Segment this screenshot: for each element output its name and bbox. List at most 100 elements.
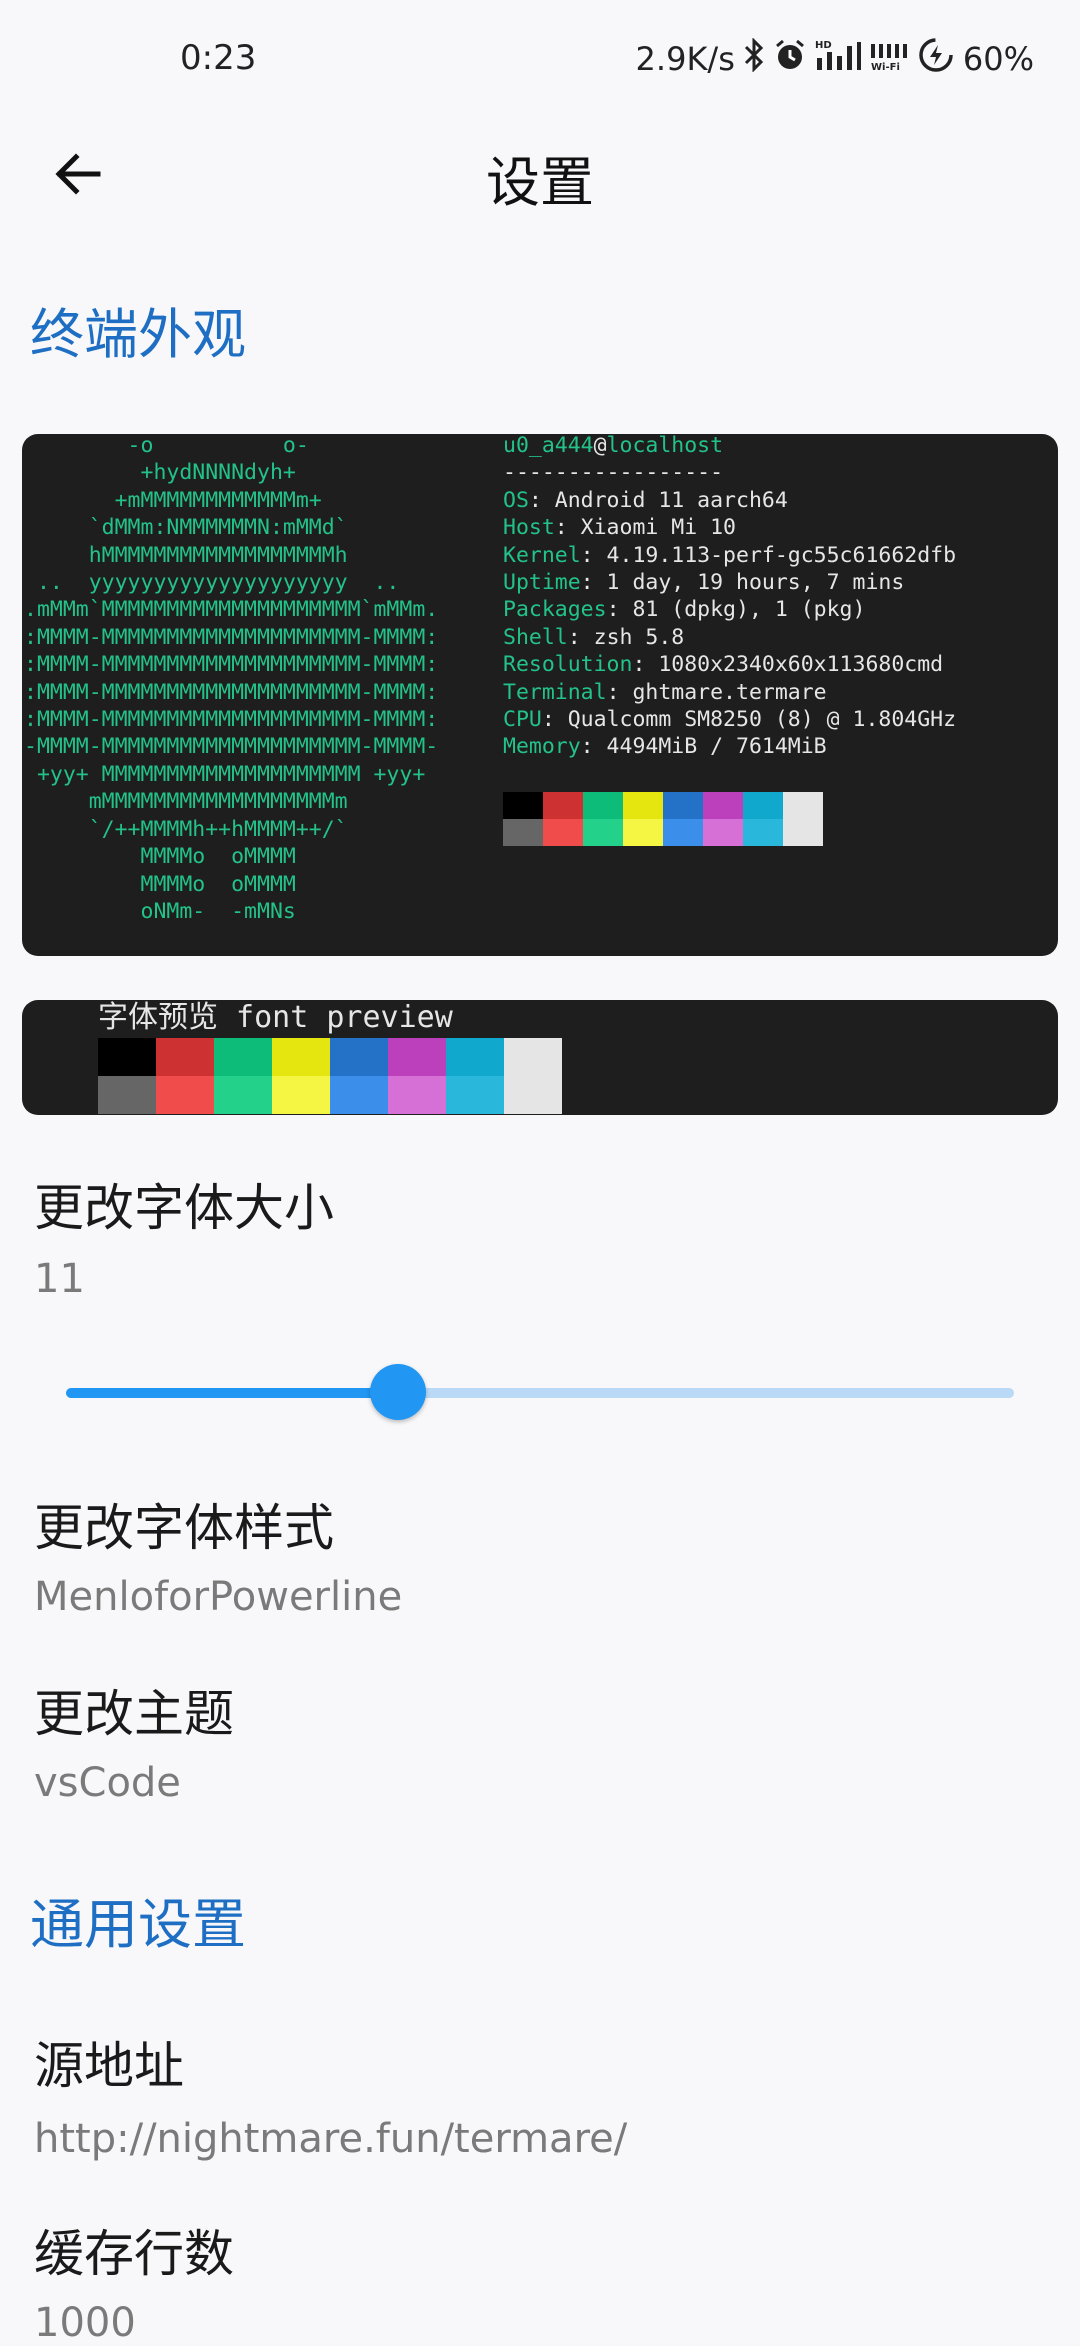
ascii-logo-line: :MMMM-MMMMMMMMMMMMMMMMMMMM-MMMM: [24,624,439,650]
cache-lines-value: 1000 [34,2300,136,2346]
slider-thumb[interactable] [369,1364,426,1420]
ascii-logo-line: `dMMm:NMMMMMMN:mMMd` [24,515,348,541]
color-swatch [330,1076,388,1114]
color-swatch [156,1076,214,1114]
ascii-logo-line: :MMMM-MMMMMMMMMMMMMMMMMMMM-MMMM: [24,707,439,733]
color-swatch [446,1038,504,1076]
status-icons: 2.9K/s HD Wi-Fi 60% [636,36,1034,82]
color-swatch [543,819,583,846]
ascii-logo-line: +mMMMMMMMMMMMMm+ [24,487,322,513]
ascii-logo-line: MMMMo oMMMM [24,871,296,897]
ascii-logo-line: +yy+ MMMMMMMMMMMMMMMMMMMM +yy+ [24,761,426,787]
info-at: @ [593,434,607,458]
status-time: 0:23 [180,38,257,78]
system-info: u0_a444@localhost ----------------- OS: … [503,434,956,761]
ascii-logo-line: .mMMm`MMMMMMMMMMMMMMMMMMMM`mMMm. [24,597,439,623]
color-swatch [743,819,783,846]
app-bar: 设置 [0,120,1080,220]
color-swatch [156,1038,214,1076]
info-key: Terminal [503,679,607,705]
svg-text:Wi-Fi: Wi-Fi [871,62,900,72]
color-swatch [388,1038,446,1076]
info-value: : Xiaomi Mi 10 [554,515,736,541]
info-value: : ghtmare.termare [606,679,827,705]
color-swatch [446,1076,504,1114]
color-swatch [623,819,663,846]
info-key: OS [503,487,529,513]
cache-lines-title: 缓存行数 [34,2225,234,2283]
alarm-icon [773,38,807,80]
color-swatch [743,792,783,819]
font-preview-label: 字体预览 font preview [98,1000,453,1035]
wifi-signal-icon: Wi-Fi [869,38,909,80]
color-swatch [663,792,703,819]
battery-level: 60% [962,40,1034,78]
page-title: 设置 [486,151,594,214]
color-swatch [783,792,823,819]
color-swatch [272,1076,330,1114]
color-swatch [783,819,823,846]
terminal-preview: -o o- +hydNNNNdyh+ +mMMMMMMMMMMMMm+ `dMM… [22,434,1058,956]
ascii-logo-line: `/++MMMMh++hMMMM++/` [24,816,348,842]
ascii-logo-line: hMMMMMMMMMMMMMMMMMMh [24,542,348,568]
ascii-logo-line: :MMMM-MMMMMMMMMMMMMMMMMMMM-MMMM: [24,652,439,678]
source-value: http://nightmare.fun/termare/ [34,2116,628,2162]
svg-text:HD: HD [815,40,832,51]
color-swatch [504,1038,562,1076]
color-swatch [504,1076,562,1114]
info-key: CPU [503,707,542,733]
theme-title: 更改主题 [34,1685,234,1743]
font-preview: 字体预览 font preview [22,1000,1058,1115]
info-key: Memory [503,734,581,760]
ascii-logo-line: -o o- [24,434,309,458]
theme-value: vsCode [34,1760,181,1806]
font-size-title: 更改字体大小 [34,1179,334,1237]
color-swatch [663,819,703,846]
info-key: Packages [503,597,607,623]
section-title-appearance: 终端外观 [30,303,246,366]
ascii-logo-line: MMMMo oMMMM [24,844,296,870]
bluetooth-icon [743,37,765,80]
ascii-logo-line: :MMMM-MMMMMMMMMMMMMMMMMMMM-MMMM: [24,679,439,705]
info-value: : Android 11 aarch64 [528,487,788,513]
color-swatch [98,1038,156,1076]
section-title-general: 通用设置 [30,1893,246,1956]
color-swatch [583,792,623,819]
color-palette [503,792,823,846]
color-swatch [330,1038,388,1076]
info-key: Uptime [503,570,581,596]
source-title: 源地址 [34,2037,184,2095]
font-size-value: 11 [34,1256,85,1302]
ascii-logo-line: .. yyyyyyyyyyyyyyyyyyyy .. [24,570,400,596]
ascii-logo-line: oNMm- -mMNs [24,898,296,924]
info-key: Shell [503,624,568,650]
info-user: u0_a444 [503,434,594,458]
color-swatch [98,1076,156,1114]
info-value: : 1 day, 19 hours, 7 mins [580,570,905,596]
signal-hd-icon: HD [815,38,861,80]
ascii-logo: -o o- +hydNNNNdyh+ +mMMMMMMMMMMMMm+ `dMM… [24,434,438,925]
font-style-value: MenloforPowerline [34,1574,403,1620]
info-value: : zsh 5.8 [567,624,685,650]
color-swatch [503,819,543,846]
info-key: Host [503,515,555,541]
ascii-logo-line: -MMMM-MMMMMMMMMMMMMMMMMMMM-MMMM- [24,734,439,760]
color-swatch [583,819,623,846]
color-swatch [214,1038,272,1076]
color-swatch [388,1076,446,1114]
info-value: : Qualcomm SM8250 (8) @ 1.804GHz [541,707,957,733]
status-bar: 0:23 2.9K/s HD Wi-Fi 60% [0,0,1080,120]
info-host: localhost [606,434,724,458]
color-swatch [503,792,543,819]
font-size-slider[interactable] [66,1364,1014,1420]
info-value: : 81 (dpkg), 1 (pkg) [606,597,866,623]
battery-charging-icon [917,36,955,82]
net-speed: 2.9K/s [635,40,735,78]
info-value: : 4494MiB / 7614MiB [580,734,827,760]
color-swatch [272,1038,330,1076]
ascii-logo-line: +hydNNNNdyh+ [24,460,296,486]
ascii-logo-line: mMMMMMMMMMMMMMMMMMMm [24,789,348,815]
info-key: Kernel [503,542,581,568]
color-swatch [214,1076,272,1114]
info-value: : 4.19.113-perf-gc55c61662dfb [580,542,957,568]
